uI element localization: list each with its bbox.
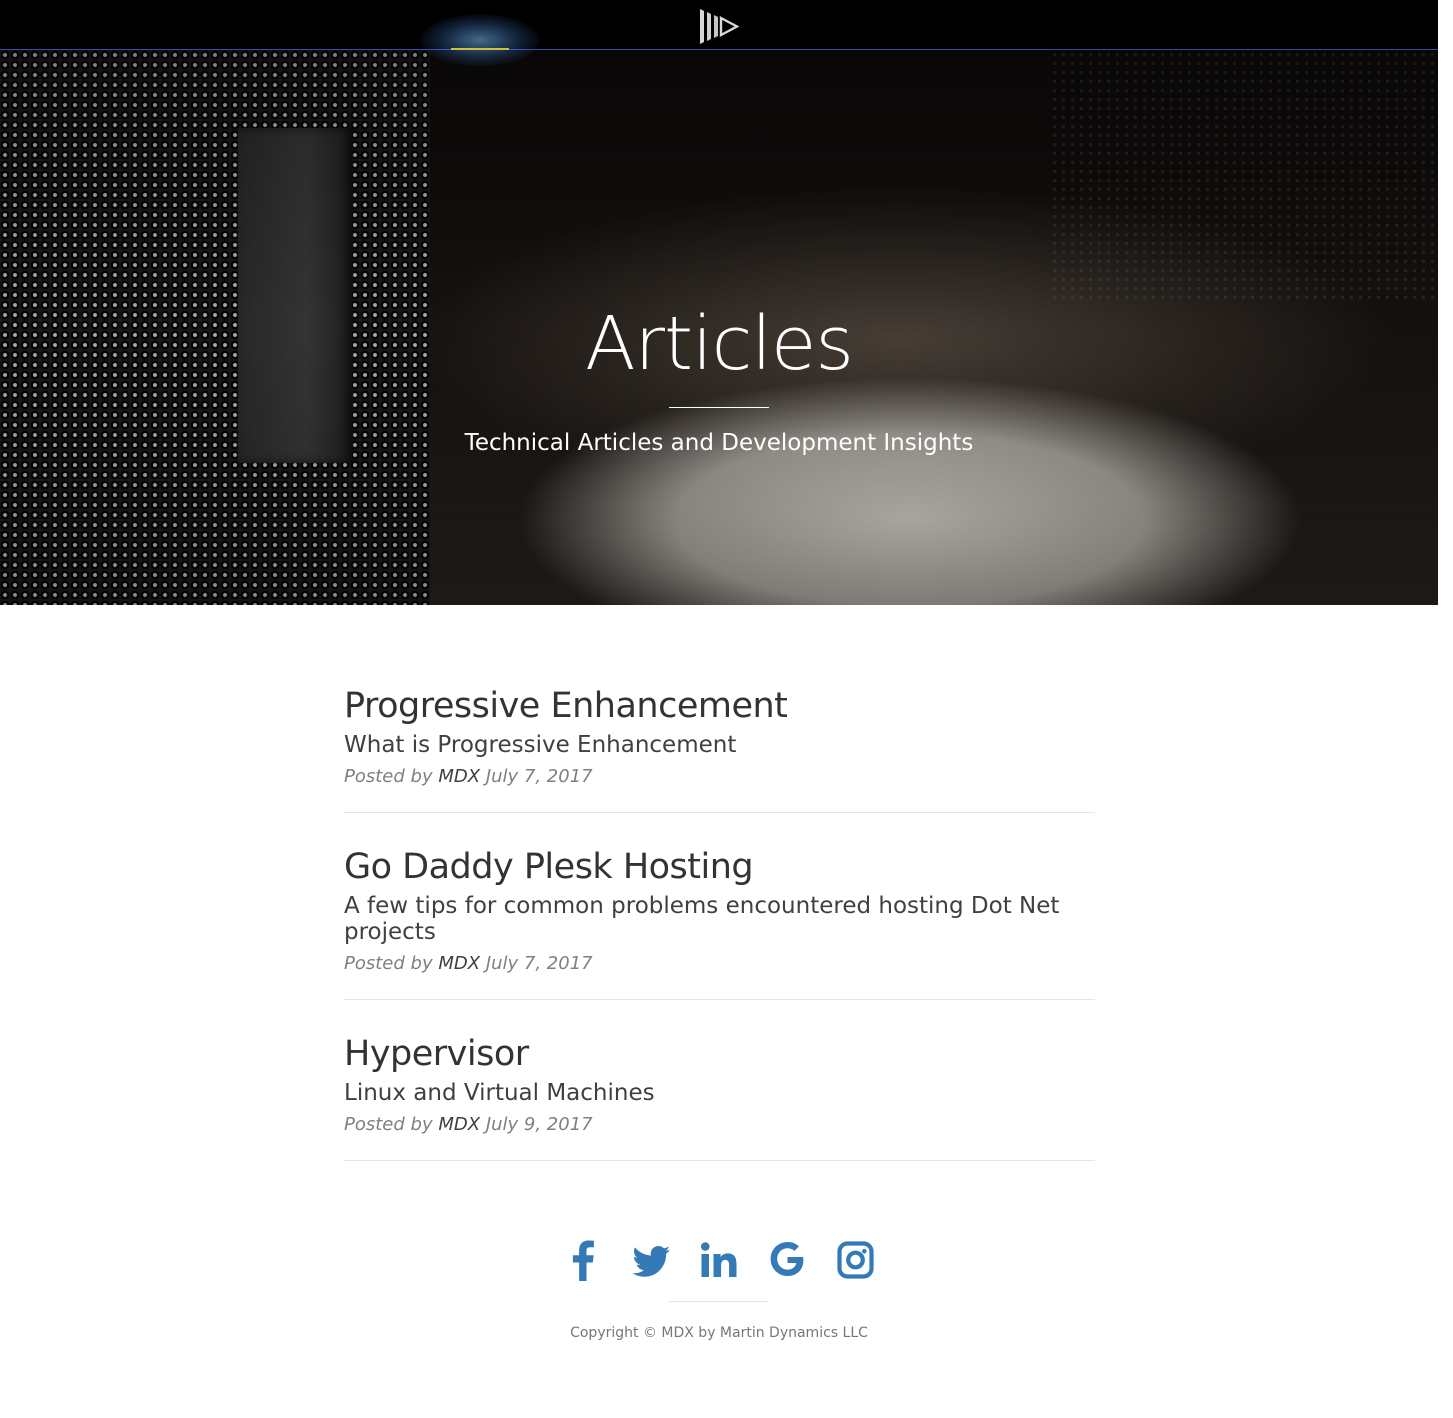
post-subtitle[interactable]: What is Progressive Enhancement <box>344 732 1095 758</box>
posted-by-label: Posted by <box>344 953 433 974</box>
facebook-link[interactable] <box>563 1235 604 1285</box>
post-author-link[interactable]: MDX <box>438 953 480 974</box>
post-meta: Posted by MDX July 7, 2017 <box>344 951 1095 977</box>
facebook-icon <box>572 1240 594 1281</box>
page-subtitle: Technical Articles and Development Insig… <box>464 430 974 456</box>
page-title: Articles <box>585 301 854 387</box>
hero-divider <box>669 407 769 408</box>
posted-by-label: Posted by <box>344 1114 433 1135</box>
nav-active-indicator <box>451 48 509 50</box>
top-navbar <box>0 0 1438 66</box>
post-preview: Hypervisor Linux and Virtual Machines Po… <box>344 1031 1095 1161</box>
post-meta: Posted by MDX July 7, 2017 <box>344 764 1095 790</box>
brand-logo-link[interactable] <box>697 6 740 44</box>
post-link[interactable]: Hypervisor Linux and Virtual Machines <box>344 1031 1095 1106</box>
linkedin-link[interactable] <box>699 1235 740 1285</box>
post-list: Progressive Enhancement What is Progress… <box>344 683 1095 1192</box>
copyright-text: Copyright © MDX by Martin Dynamics LLC <box>570 1325 868 1341</box>
post-date: July 7, 2017 <box>485 766 593 787</box>
post-preview: Go Daddy Plesk Hosting A few tips for co… <box>344 844 1095 1000</box>
post-link[interactable]: Go Daddy Plesk Hosting A few tips for co… <box>344 844 1095 945</box>
post-subtitle[interactable]: A few tips for common problems encounter… <box>344 893 1095 945</box>
post-meta: Posted by MDX July 9, 2017 <box>344 1112 1095 1138</box>
mdx-play-logo-icon <box>700 9 740 44</box>
post-author-link[interactable]: MDX <box>438 1114 480 1135</box>
page: Articles Technical Articles and Developm… <box>0 0 1453 1418</box>
post-title[interactable]: Hypervisor <box>344 1031 1095 1077</box>
post-link[interactable]: Progressive Enhancement What is Progress… <box>344 683 1095 758</box>
social-links <box>0 1235 1438 1285</box>
post-subtitle[interactable]: Linux and Virtual Machines <box>344 1080 1095 1106</box>
twitter-icon <box>632 1246 670 1277</box>
footer-divider <box>669 1301 769 1302</box>
instagram-icon <box>836 1241 874 1279</box>
hero-header: Articles Technical Articles and Developm… <box>0 50 1438 605</box>
post-title[interactable]: Progressive Enhancement <box>344 683 1095 729</box>
post-author-link[interactable]: MDX <box>438 766 480 787</box>
post-date: July 7, 2017 <box>485 953 593 974</box>
post-date: July 9, 2017 <box>485 1114 593 1135</box>
instagram-link[interactable] <box>835 1235 876 1285</box>
twitter-link[interactable] <box>631 1235 672 1285</box>
post-preview: Progressive Enhancement What is Progress… <box>344 683 1095 813</box>
post-title[interactable]: Go Daddy Plesk Hosting <box>344 844 1095 890</box>
google-icon <box>770 1242 803 1276</box>
posted-by-label: Posted by <box>344 766 433 787</box>
linkedin-icon <box>700 1242 736 1277</box>
nav-hover-glow <box>420 14 540 66</box>
google-link[interactable] <box>767 1235 808 1285</box>
